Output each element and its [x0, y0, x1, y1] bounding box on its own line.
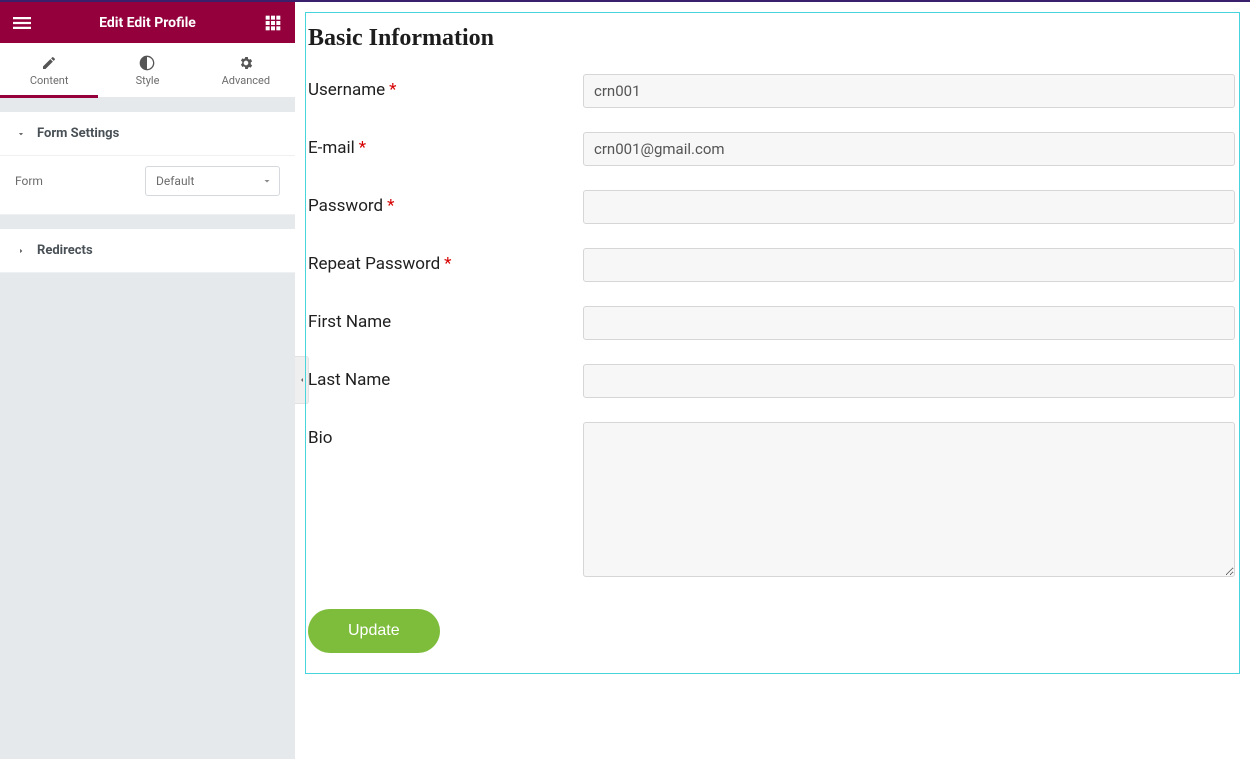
tab-label: Style [136, 74, 160, 87]
form-settings-section: Form Settings Form Default [0, 112, 295, 215]
pencil-icon [40, 54, 58, 72]
tab-advanced[interactable]: Advanced [197, 43, 295, 97]
username-input[interactable] [583, 74, 1235, 108]
form-control-label: Form [15, 174, 43, 188]
tab-label: Content [30, 74, 69, 87]
apps-grid-icon[interactable] [263, 13, 283, 33]
bio-textarea[interactable] [583, 422, 1235, 577]
divider [0, 215, 295, 229]
redirects-header[interactable]: Redirects [0, 229, 295, 273]
divider [0, 98, 295, 112]
caret-right-icon [15, 245, 27, 257]
field-row-username: Username* [306, 68, 1239, 126]
bio-label: Bio [308, 422, 583, 448]
form-settings-body: Form Default [0, 156, 295, 215]
repeat-password-input[interactable] [583, 248, 1235, 282]
repeat-password-label: Repeat Password* [308, 248, 583, 274]
tab-content[interactable]: Content [0, 43, 98, 97]
section-title: Redirects [37, 243, 93, 258]
select-value: Default [156, 174, 194, 188]
password-label: Password* [308, 190, 583, 216]
field-row-first-name: First Name [306, 300, 1239, 358]
update-button[interactable]: Update [308, 609, 440, 653]
gear-icon [237, 54, 255, 72]
form-settings-header[interactable]: Form Settings [0, 112, 295, 156]
email-input[interactable] [583, 132, 1235, 166]
redirects-section: Redirects [0, 229, 295, 273]
field-row-bio: Bio [306, 416, 1239, 599]
editor-sidebar: Edit Edit Profile Content Sty [0, 2, 295, 759]
tab-style[interactable]: Style [98, 43, 196, 97]
panel-title: Edit Edit Profile [32, 15, 263, 31]
email-label: E-mail* [308, 132, 583, 158]
last-name-label: Last Name [308, 364, 583, 390]
form-heading: Basic Information [306, 25, 1239, 68]
username-label: Username* [308, 74, 583, 100]
tab-label: Advanced [222, 74, 270, 87]
field-row-last-name: Last Name [306, 358, 1239, 416]
field-row-email: E-mail* [306, 126, 1239, 184]
field-row-repeat-password: Repeat Password* [306, 242, 1239, 300]
first-name-input[interactable] [583, 306, 1235, 340]
section-title: Form Settings [37, 126, 119, 141]
hamburger-menu-icon[interactable] [12, 13, 32, 33]
form-control-row: Form Default [15, 166, 280, 196]
canvas: Basic Information Username* E-mail* Pass… [295, 2, 1250, 759]
caret-down-icon [15, 128, 27, 140]
editor-tabs: Content Style Advanced [0, 43, 295, 98]
profile-form-widget[interactable]: Basic Information Username* E-mail* Pass… [305, 12, 1240, 674]
password-input[interactable] [583, 190, 1235, 224]
field-row-password: Password* [306, 184, 1239, 242]
chevron-down-icon [261, 175, 273, 187]
half-circle-icon [138, 54, 156, 72]
form-select[interactable]: Default [145, 166, 280, 196]
first-name-label: First Name [308, 306, 583, 332]
sidebar-header: Edit Edit Profile [0, 2, 295, 43]
last-name-input[interactable] [583, 364, 1235, 398]
